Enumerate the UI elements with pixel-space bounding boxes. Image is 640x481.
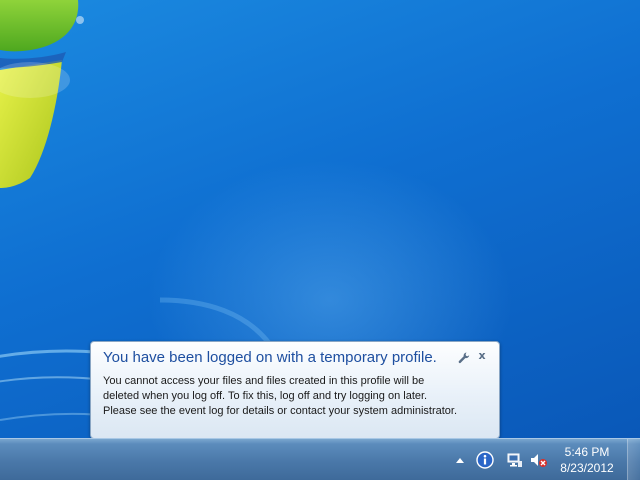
notification-body: You cannot access your files and files c… [103, 374, 493, 419]
volume-button[interactable] [529, 439, 549, 481]
clock-date: 8/23/2012 [560, 461, 614, 475]
action-center-button[interactable] [474, 439, 496, 481]
show-desktop-button[interactable] [627, 439, 640, 481]
network-icon [507, 453, 522, 467]
info-icon [476, 451, 494, 469]
notification-body-line: deleted when you log off. To fix this, l… [103, 390, 428, 402]
notification-title: You have been logged on with a temporary… [103, 349, 437, 366]
notification-body-line: You cannot access your files and files c… [103, 375, 425, 387]
notification-balloon[interactable]: You have been logged on with a temporary… [90, 341, 500, 439]
chevron-up-icon [456, 458, 464, 463]
wrench-icon[interactable] [457, 350, 471, 364]
notification-body-line: Please see the event log for details or … [103, 405, 458, 417]
windows-logo-art [0, 0, 84, 188]
clock-time: 5:46 PM [564, 445, 610, 459]
volume-muted-icon [531, 454, 547, 467]
close-button[interactable]: x [475, 349, 489, 363]
taskbar[interactable]: 5:46 PM 8/23/2012 [0, 438, 640, 481]
clock[interactable]: 5:46 PM 8/23/2012 [556, 443, 618, 480]
network-button[interactable] [505, 439, 525, 481]
show-hidden-icons-button[interactable] [452, 439, 468, 481]
